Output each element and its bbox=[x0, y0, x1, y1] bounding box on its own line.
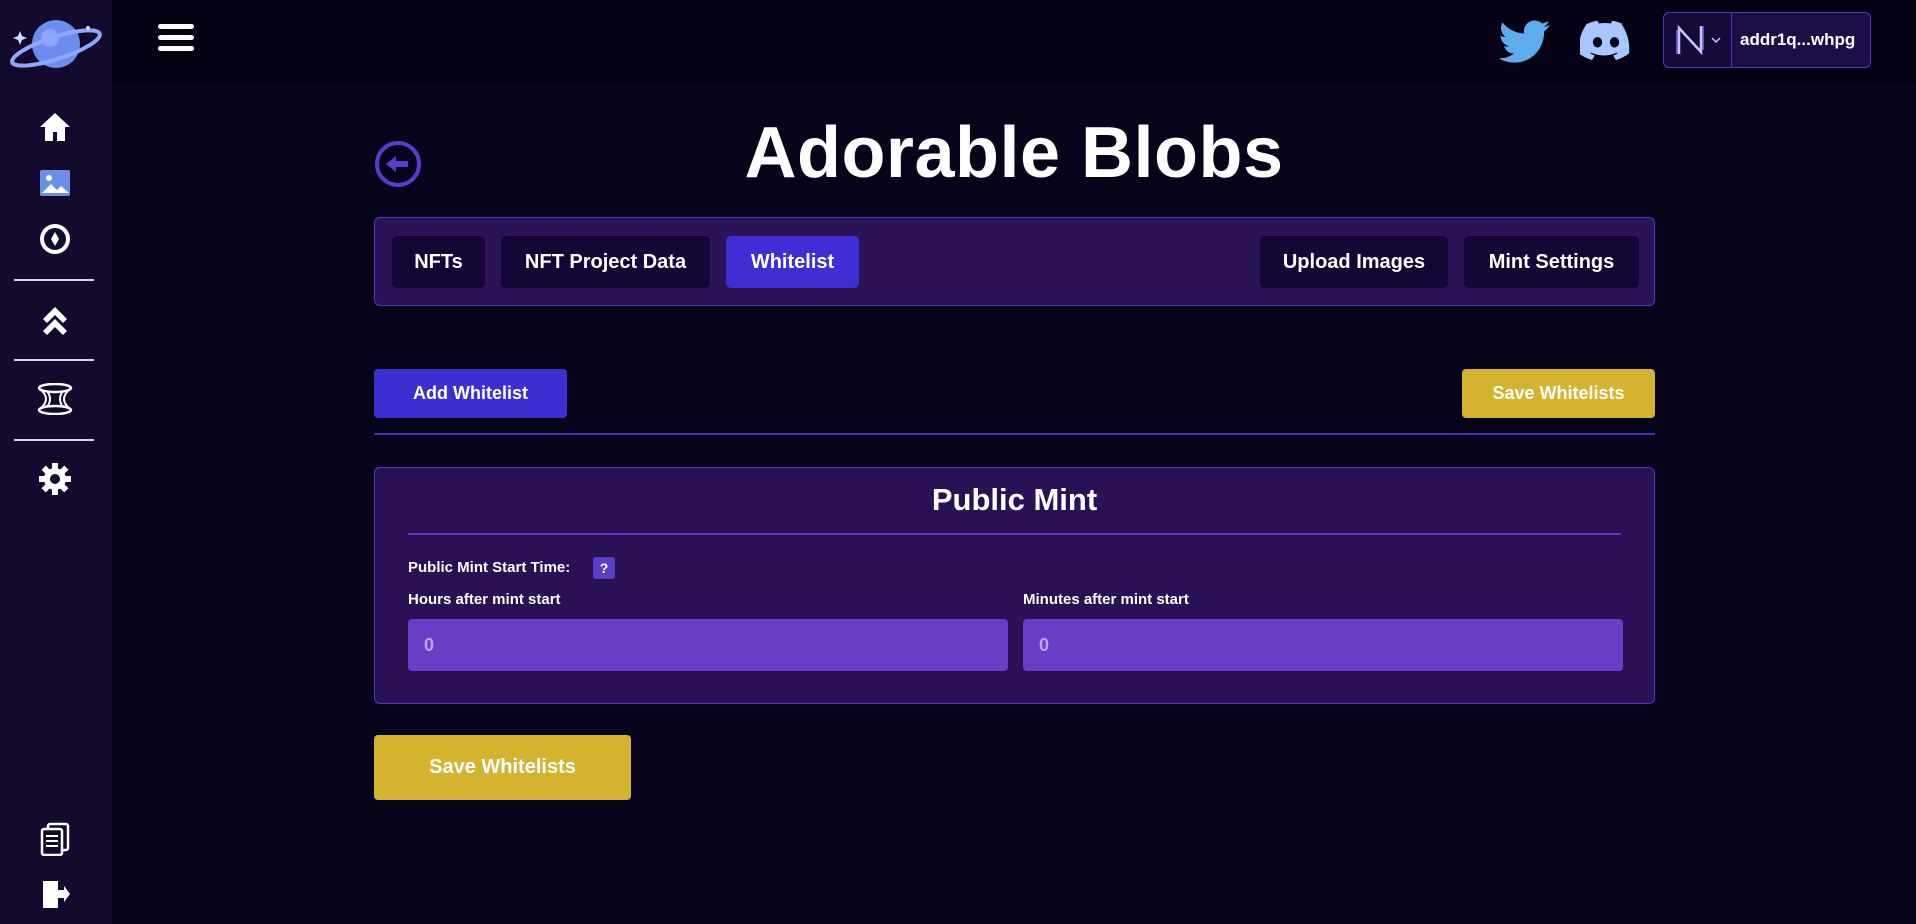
logout-icon[interactable] bbox=[36, 875, 74, 913]
public-mint-card: Public Mint Public Mint Start Time: ? Ho… bbox=[374, 467, 1655, 704]
sidebar-divider bbox=[14, 439, 94, 441]
chevrons-up-icon[interactable] bbox=[36, 299, 74, 337]
sidebar bbox=[0, 0, 112, 924]
tab-whitelist[interactable]: Whitelist bbox=[726, 236, 859, 288]
image-icon[interactable] bbox=[36, 164, 74, 202]
sidebar-divider bbox=[14, 359, 94, 361]
tab-upload-images[interactable]: Upload Images bbox=[1260, 236, 1448, 288]
compass-icon[interactable] bbox=[36, 220, 74, 258]
documents-icon[interactable] bbox=[36, 820, 74, 858]
gear-icon[interactable] bbox=[36, 460, 74, 498]
planet-logo-icon[interactable] bbox=[8, 14, 104, 74]
tab-nfts[interactable]: NFTs bbox=[392, 236, 485, 288]
top-bar bbox=[112, 0, 1916, 82]
chevron-down-icon bbox=[1710, 37, 1721, 44]
add-whitelist-button[interactable]: Add Whitelist bbox=[374, 369, 567, 418]
save-whitelists-bottom-button[interactable]: Save Whitelists bbox=[374, 735, 631, 800]
help-icon[interactable]: ? bbox=[593, 557, 615, 579]
twitter-icon[interactable] bbox=[1498, 18, 1552, 64]
sidebar-divider bbox=[14, 279, 94, 281]
wormhole-icon[interactable] bbox=[36, 380, 74, 418]
discord-icon[interactable] bbox=[1578, 18, 1632, 64]
hours-label: Hours after mint start bbox=[408, 591, 561, 608]
card-divider bbox=[408, 533, 1621, 535]
save-whitelists-button[interactable]: Save Whitelists bbox=[1462, 369, 1655, 418]
minutes-input[interactable] bbox=[1023, 619, 1623, 671]
menu-icon[interactable] bbox=[158, 24, 198, 56]
public-mint-start-time-label: Public Mint Start Time: bbox=[408, 559, 571, 576]
minutes-label: Minutes after mint start bbox=[1023, 591, 1189, 608]
wallet-provider-icon[interactable] bbox=[1664, 13, 1732, 67]
public-mint-title: Public Mint bbox=[931, 482, 1098, 517]
tab-nft-project-data[interactable]: NFT Project Data bbox=[501, 236, 710, 288]
section-divider bbox=[374, 433, 1655, 435]
home-icon[interactable] bbox=[36, 108, 74, 146]
page-title: Adorable Blobs bbox=[744, 113, 1284, 193]
wallet-address: addr1q...whpg bbox=[1740, 30, 1856, 49]
hours-input[interactable] bbox=[408, 619, 1008, 671]
tab-mint-settings[interactable]: Mint Settings bbox=[1464, 236, 1639, 288]
wallet-connect-button[interactable]: addr1q...whpg bbox=[1663, 12, 1871, 68]
tab-bar: NFTs NFT Project Data Whitelist Upload I… bbox=[374, 217, 1655, 306]
